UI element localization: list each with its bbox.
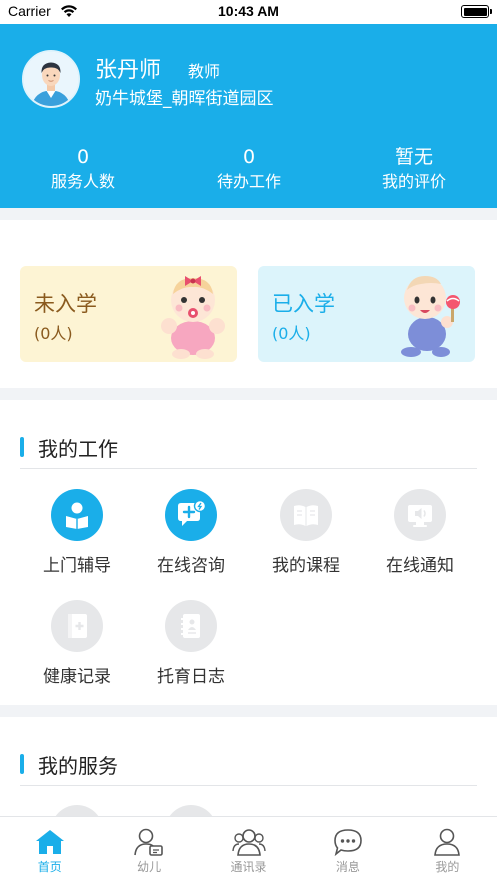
- avatar[interactable]: [22, 50, 80, 108]
- stat-label: 待办工作: [216, 172, 281, 191]
- message-icon: [334, 829, 362, 857]
- section-title: 我的工作: [38, 436, 118, 461]
- baby-girl-illustration: [161, 276, 225, 359]
- monitor-speaker-icon: [394, 489, 446, 541]
- child-profile-icon: [134, 828, 163, 856]
- tab-home[interactable]: 首页: [0, 817, 99, 883]
- enrollment-section: 未入学 (0人) 已入学 (0人): [0, 220, 497, 388]
- tab-label: 消息: [335, 860, 360, 874]
- work-item-online-consult[interactable]: 在线咨询: [134, 489, 248, 576]
- tab-contacts[interactable]: 通讯录: [199, 817, 298, 883]
- bottom-tab-bar: 首页 幼儿 通讯录 消息 我的: [0, 816, 497, 883]
- card-title: 未入学: [34, 292, 97, 316]
- stat-my-rating[interactable]: 暂无 我的评价: [331, 144, 497, 194]
- book-icon: [280, 489, 332, 541]
- baby-boy-illustration: [401, 276, 460, 357]
- tab-label: 幼儿: [137, 860, 162, 874]
- work-item-label: 在线咨询: [157, 556, 225, 576]
- me-icon: [434, 828, 461, 856]
- battery-icon: [461, 5, 492, 18]
- clock: 10:43 AM: [218, 3, 279, 19]
- section-accent-bar: [20, 437, 24, 457]
- campus-name: 奶牛城堡_朝晖街道园区: [95, 89, 274, 109]
- enrolled-card[interactable]: 已入学 (0人): [258, 266, 475, 362]
- stat-value: 0: [76, 146, 90, 168]
- reading-person-icon: [51, 489, 103, 541]
- work-item-my-courses[interactable]: 我的课程: [249, 489, 363, 576]
- stat-label: 服务人数: [50, 172, 115, 191]
- tab-messages[interactable]: 消息: [298, 817, 397, 883]
- medical-book-icon: [51, 600, 103, 652]
- chat-plus-icon: [165, 489, 217, 541]
- section-header: 我的工作: [20, 434, 118, 461]
- status-bar: Carrier 10:43 AM: [0, 0, 497, 24]
- stat-served-count[interactable]: 0 服务人数: [0, 144, 166, 194]
- divider: [20, 468, 477, 469]
- home-icon: [35, 830, 64, 854]
- not-enrolled-card[interactable]: 未入学 (0人): [20, 266, 237, 362]
- profile-header: 张丹师 教师 奶牛城堡_朝晖街道园区 0 服务人数 0 待办工作 暂无 我的评价: [0, 24, 497, 208]
- card-title: 已入学: [272, 292, 335, 316]
- work-item-care-journal[interactable]: 托育日志: [134, 600, 248, 687]
- section-title: 我的服务: [38, 753, 118, 778]
- journal-icon: [165, 600, 217, 652]
- stat-value: 暂无: [394, 146, 433, 168]
- stat-value: 0: [242, 146, 256, 168]
- tab-children[interactable]: 幼儿: [99, 817, 198, 883]
- card-count: (0人): [272, 324, 311, 343]
- contacts-icon: [231, 829, 266, 856]
- teacher-avatar-icon: [24, 52, 78, 106]
- teacher-role: 教师: [188, 62, 221, 81]
- tab-label: 我的: [435, 860, 460, 874]
- work-item-online-notice[interactable]: 在线通知: [363, 489, 477, 576]
- section-header: 我的服务: [20, 751, 118, 778]
- tab-me[interactable]: 我的: [398, 817, 497, 883]
- my-work-section: 我的工作 上门辅导 在线咨询 我的课程 在线通知 健康记录 托育日志: [0, 400, 497, 705]
- divider: [20, 785, 477, 786]
- work-item-label: 托育日志: [157, 667, 225, 687]
- work-item-label: 我的课程: [272, 556, 340, 576]
- work-item-home-tutoring[interactable]: 上门辅导: [20, 489, 134, 576]
- stat-label: 我的评价: [381, 172, 446, 191]
- teacher-name: 张丹师: [95, 58, 162, 83]
- card-count: (0人): [34, 324, 73, 343]
- section-accent-bar: [20, 754, 24, 774]
- work-item-label: 在线通知: [386, 556, 454, 576]
- stat-pending-work[interactable]: 0 待办工作: [166, 144, 332, 194]
- tab-label: 通讯录: [230, 860, 267, 874]
- tab-label: 首页: [37, 860, 62, 874]
- work-item-label: 健康记录: [43, 667, 111, 687]
- work-item-health-record[interactable]: 健康记录: [20, 600, 134, 687]
- my-services-section: 我的服务: [0, 717, 497, 857]
- work-item-label: 上门辅导: [43, 556, 111, 576]
